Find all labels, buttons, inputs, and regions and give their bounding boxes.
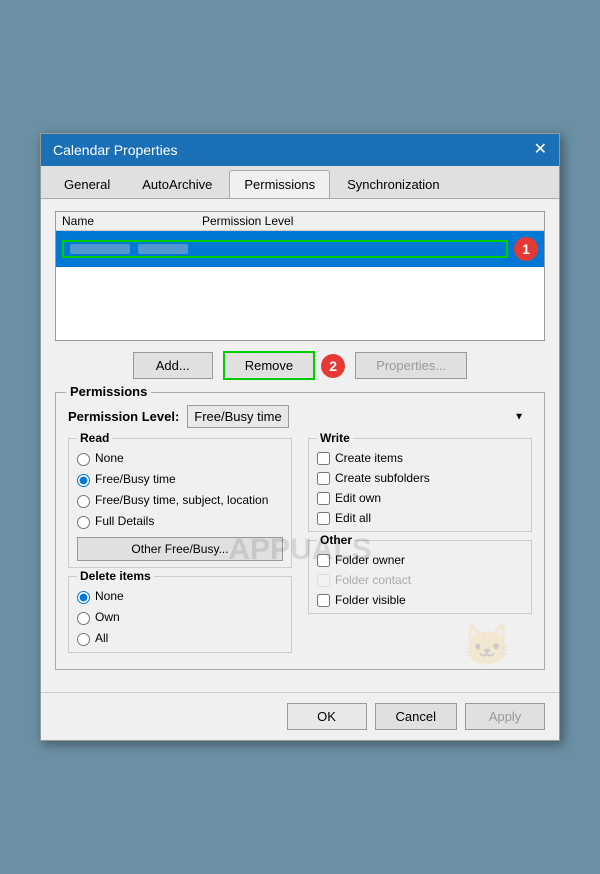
- read-full-details-label: Full Details: [95, 514, 154, 528]
- selected-row-highlight: [62, 240, 508, 258]
- perm-blur: [138, 244, 188, 254]
- permission-level-label: Permission Level:: [68, 409, 179, 424]
- edit-own-checkbox[interactable]: [317, 492, 330, 505]
- perm-right-col: Write Create items Create subfolders: [308, 438, 532, 661]
- chevron-down-icon: ▼: [514, 411, 524, 422]
- read-none-radio[interactable]: [77, 453, 90, 466]
- read-freebusy-subject-label: Free/Busy time, subject, location: [95, 493, 268, 507]
- read-freebusy-radio[interactable]: [77, 474, 90, 487]
- user-list[interactable]: Name Permission Level 1: [55, 211, 545, 341]
- write-create-items: Create items: [317, 451, 523, 465]
- badge-1: 1: [514, 237, 538, 261]
- remove-button-wrapper: Remove 2: [223, 351, 345, 380]
- write-edit-all: Edit all: [317, 511, 523, 525]
- permissions-columns: APPUALS 🐱 Read None: [68, 438, 532, 661]
- read-group: Read None Free/Busy time F: [68, 438, 292, 568]
- dialog-content: Name Permission Level 1 Add... Remove 2: [41, 199, 559, 692]
- read-title: Read: [77, 431, 112, 445]
- tab-autoarchive[interactable]: AutoArchive: [127, 170, 227, 198]
- folder-visible-checkbox[interactable]: [317, 594, 330, 607]
- name-blur: [70, 244, 130, 254]
- header-permission: Permission Level: [202, 214, 538, 228]
- remove-button[interactable]: Remove: [223, 351, 315, 380]
- read-full-details: Full Details: [77, 514, 283, 529]
- other-title: Other: [317, 533, 355, 547]
- add-button[interactable]: Add...: [133, 352, 213, 379]
- delete-all-radio[interactable]: [77, 633, 90, 646]
- properties-button[interactable]: Properties...: [355, 352, 467, 379]
- delete-own-label: Own: [95, 610, 120, 624]
- edit-all-label: Edit all: [335, 511, 371, 525]
- create-subfolders-checkbox[interactable]: [317, 472, 330, 485]
- other-folder-owner: Folder owner: [317, 553, 523, 567]
- title-bar: Calendar Properties ✕: [41, 134, 559, 166]
- folder-contact-label: Folder contact: [335, 573, 411, 587]
- read-full-details-radio[interactable]: [77, 516, 90, 529]
- folder-owner-checkbox[interactable]: [317, 554, 330, 567]
- delete-group: Delete items None Own All: [68, 576, 292, 653]
- create-subfolders-label: Create subfolders: [335, 471, 430, 485]
- permissions-section: Permissions Permission Level: Free/Busy …: [55, 392, 545, 670]
- create-items-checkbox[interactable]: [317, 452, 330, 465]
- perm-columns: Read None Free/Busy time F: [68, 438, 532, 661]
- table-row[interactable]: 1: [56, 231, 544, 267]
- edit-own-label: Edit own: [335, 491, 381, 505]
- calendar-properties-dialog: Calendar Properties ✕ General AutoArchiv…: [40, 133, 560, 741]
- action-buttons: Add... Remove 2 Properties...: [55, 351, 545, 380]
- list-header: Name Permission Level: [56, 212, 544, 231]
- write-create-subfolders: Create subfolders: [317, 471, 523, 485]
- other-folder-contact: Folder contact: [317, 573, 523, 587]
- delete-none: None: [77, 589, 283, 604]
- permission-level-select[interactable]: Free/Busy time: [187, 405, 289, 428]
- bottom-button-bar: OK Cancel Apply: [41, 692, 559, 740]
- delete-own: Own: [77, 610, 283, 625]
- ok-button[interactable]: OK: [287, 703, 367, 730]
- read-freebusy-subject: Free/Busy time, subject, location: [77, 493, 283, 508]
- permissions-title: Permissions: [66, 384, 151, 399]
- header-name: Name: [62, 214, 202, 228]
- tab-synchronization[interactable]: Synchronization: [332, 170, 455, 198]
- folder-visible-label: Folder visible: [335, 593, 406, 607]
- write-title: Write: [317, 431, 353, 445]
- cancel-button[interactable]: Cancel: [375, 703, 457, 730]
- tab-general[interactable]: General: [49, 170, 125, 198]
- other-folder-visible: Folder visible: [317, 593, 523, 607]
- delete-none-radio[interactable]: [77, 591, 90, 604]
- delete-none-label: None: [95, 589, 124, 603]
- write-group: Write Create items Create subfolders: [308, 438, 532, 532]
- tab-permissions[interactable]: Permissions: [229, 170, 330, 198]
- perm-left-col: Read None Free/Busy time F: [68, 438, 292, 661]
- folder-owner-label: Folder owner: [335, 553, 405, 567]
- create-items-label: Create items: [335, 451, 403, 465]
- read-none: None: [77, 451, 283, 466]
- other-free-busy-button[interactable]: Other Free/Busy...: [77, 537, 283, 561]
- badge-2: 2: [321, 354, 345, 378]
- permission-level-row: Permission Level: Free/Busy time ▼: [68, 405, 532, 428]
- apply-button[interactable]: Apply: [465, 703, 545, 730]
- close-button[interactable]: ✕: [534, 142, 547, 158]
- read-freebusy: Free/Busy time: [77, 472, 283, 487]
- permission-level-wrapper: Free/Busy time ▼: [187, 405, 532, 428]
- delete-all: All: [77, 631, 283, 646]
- tab-bar: General AutoArchive Permissions Synchron…: [41, 166, 559, 199]
- edit-all-checkbox[interactable]: [317, 512, 330, 525]
- delete-title: Delete items: [77, 569, 154, 583]
- delete-all-label: All: [95, 631, 108, 645]
- write-edit-own: Edit own: [317, 491, 523, 505]
- delete-own-radio[interactable]: [77, 612, 90, 625]
- read-none-label: None: [95, 451, 124, 465]
- dialog-title: Calendar Properties: [53, 142, 178, 158]
- folder-contact-checkbox[interactable]: [317, 574, 330, 587]
- other-group: Other Folder owner Folder contact: [308, 540, 532, 614]
- read-freebusy-subject-radio[interactable]: [77, 495, 90, 508]
- read-freebusy-label: Free/Busy time: [95, 472, 176, 486]
